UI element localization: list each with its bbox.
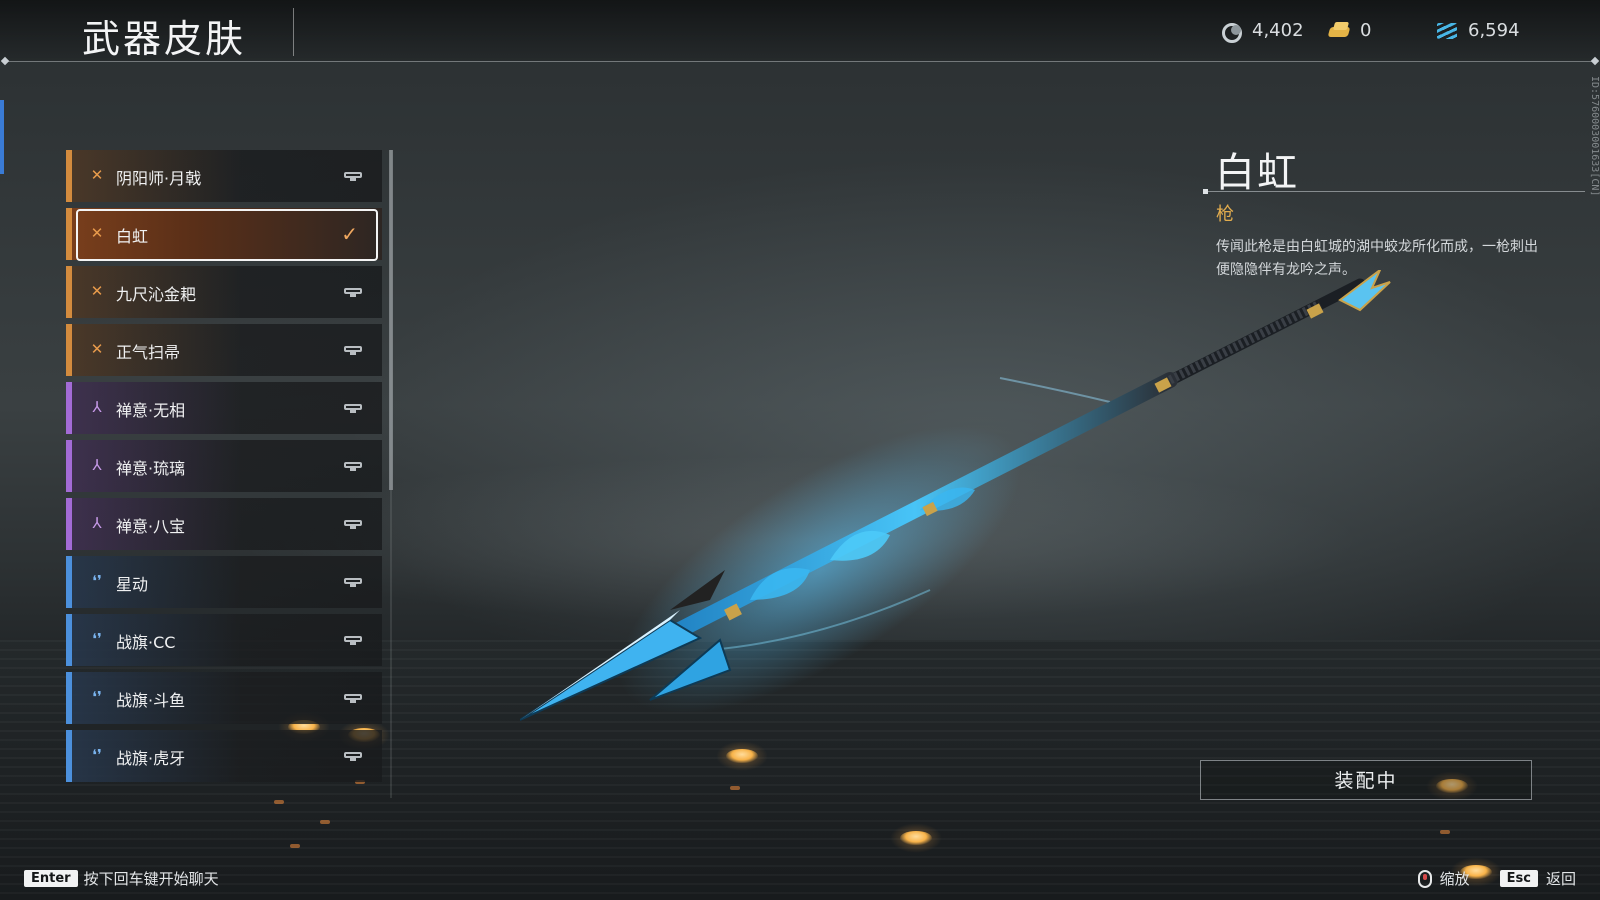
equip-status-button[interactable]: 装配中 bbox=[1200, 760, 1532, 800]
chat-hint[interactable]: Enter 按下回车键开始聊天 bbox=[24, 868, 219, 889]
jade-value: 6,594 bbox=[1468, 20, 1520, 41]
skin-name: 禅意·琉璃 bbox=[116, 459, 186, 478]
skin-name: 战旗·斗鱼 bbox=[116, 691, 186, 710]
coins-value: 4,402 bbox=[1252, 20, 1304, 41]
rarity-purple-icon: ⅄ bbox=[92, 456, 102, 474]
currency-coins: 4,402 bbox=[1220, 20, 1304, 43]
unavailable-icon bbox=[344, 285, 362, 297]
skin-list: ✕ 阴阳师·月戟 ✕ 白虹 ✓ ✕ 九尺沁金耙 ✕ 正气扫帚 ⅄ 禅意·无相 ⅄… bbox=[66, 150, 384, 798]
page-title: 武器皮肤 bbox=[82, 17, 247, 61]
floating-lantern bbox=[716, 741, 768, 771]
gold-ingot-icon bbox=[1328, 21, 1352, 41]
coin-icon bbox=[1220, 21, 1244, 43]
skin-item-zhanqi-huya[interactable]: ❛❜ 战旗·虎牙 bbox=[66, 730, 382, 782]
unavailable-icon bbox=[344, 749, 362, 761]
rarity-orange-icon: ✕ bbox=[90, 166, 104, 184]
weapon-preview[interactable] bbox=[519, 266, 1420, 750]
rarity-orange-icon: ✕ bbox=[90, 224, 104, 242]
rarity-orange-icon: ✕ bbox=[90, 282, 104, 300]
currency-gold: 0 bbox=[1328, 20, 1371, 41]
rarity-bar bbox=[66, 208, 72, 260]
back-button[interactable]: 返回 bbox=[1546, 868, 1576, 889]
weapon-type-label: 枪 bbox=[1216, 204, 1234, 225]
zoom-hint[interactable]: 缩放 bbox=[1440, 868, 1470, 889]
skin-item-jiuchi[interactable]: ✕ 九尺沁金耙 bbox=[66, 266, 382, 318]
skin-item-zhanqi-cc[interactable]: ❛❜ 战旗·CC bbox=[66, 614, 382, 666]
lantern-reflection bbox=[320, 820, 330, 824]
rarity-blue-icon: ❛❜ bbox=[92, 630, 102, 648]
lantern-reflection bbox=[1440, 830, 1450, 834]
rarity-blue-icon: ❛❜ bbox=[92, 746, 102, 764]
footer-controls: 缩放 Esc 返回 bbox=[1417, 868, 1576, 889]
skin-item-chanyi-babao[interactable]: ⅄ 禅意·八宝 bbox=[66, 498, 382, 550]
unavailable-icon bbox=[344, 401, 362, 413]
unavailable-icon bbox=[344, 517, 362, 529]
lantern-reflection bbox=[274, 800, 284, 804]
skin-name: 正气扫帚 bbox=[116, 343, 181, 362]
equipped-check-icon: ✓ bbox=[341, 222, 358, 246]
title-divider bbox=[293, 8, 294, 56]
skin-name: 战旗·CC bbox=[116, 633, 176, 652]
enter-key-badge: Enter bbox=[24, 870, 78, 887]
mouse-scroll-icon bbox=[1417, 869, 1432, 888]
skin-name: 星动 bbox=[116, 575, 149, 594]
skin-name: 九尺沁金耙 bbox=[116, 285, 197, 304]
unavailable-icon bbox=[344, 575, 362, 587]
chat-hint-text: 按下回车键开始聊天 bbox=[83, 870, 219, 888]
skin-name: 白虹 bbox=[116, 227, 149, 246]
spear-illustration bbox=[519, 266, 1391, 721]
skin-item-yinyangshi[interactable]: ✕ 阴阳师·月戟 bbox=[66, 150, 382, 202]
skin-name: 战旗·虎牙 bbox=[116, 749, 186, 768]
esc-key-badge: Esc bbox=[1499, 870, 1538, 887]
unavailable-icon bbox=[344, 459, 362, 471]
left-accent-bar bbox=[0, 100, 4, 174]
skin-item-xingdong[interactable]: ❛❜ 星动 bbox=[66, 556, 382, 608]
skin-item-zhanqi-douyu[interactable]: ❛❜ 战旗·斗鱼 bbox=[66, 672, 382, 724]
rarity-orange-icon: ✕ bbox=[90, 340, 104, 358]
lantern-reflection bbox=[730, 786, 740, 790]
unavailable-icon bbox=[344, 633, 362, 645]
list-scrollbar[interactable] bbox=[389, 150, 393, 490]
skin-description: 传闻此枪是由白虹城的湖中蛟龙所化而成，一枪刺出便隐隐伴有龙吟之声。 bbox=[1216, 239, 1538, 278]
skin-item-chanyi-liuli[interactable]: ⅄ 禅意·琉璃 bbox=[66, 440, 382, 492]
gold-value: 0 bbox=[1360, 20, 1372, 41]
skin-item-zhengqi[interactable]: ✕ 正气扫帚 bbox=[66, 324, 382, 376]
skin-name: 禅意·无相 bbox=[116, 401, 186, 420]
jade-feather-icon bbox=[1436, 21, 1460, 41]
server-id-label: ID:5760003001633[CN] bbox=[1589, 76, 1600, 197]
header-divider bbox=[6, 61, 1594, 62]
floating-lantern bbox=[890, 823, 942, 853]
currency-jade: 6,594 bbox=[1436, 20, 1520, 41]
unavailable-icon bbox=[344, 691, 362, 703]
rarity-purple-icon: ⅄ bbox=[92, 514, 102, 532]
lantern-reflection bbox=[290, 844, 300, 848]
skin-name: 禅意·八宝 bbox=[116, 517, 186, 536]
unavailable-icon bbox=[344, 169, 362, 181]
unavailable-icon bbox=[344, 343, 362, 355]
skin-name: 阴阳师·月戟 bbox=[116, 169, 202, 188]
rarity-purple-icon: ⅄ bbox=[92, 398, 102, 416]
rarity-blue-icon: ❛❜ bbox=[92, 572, 102, 590]
skin-item-baihong[interactable]: ✕ 白虹 ✓ bbox=[66, 208, 382, 261]
skin-detail-name: 白虹 bbox=[1215, 150, 1299, 196]
skin-item-chanyi-wuxiang[interactable]: ⅄ 禅意·无相 bbox=[66, 382, 382, 434]
rarity-blue-icon: ❛❜ bbox=[92, 688, 102, 706]
detail-divider bbox=[1203, 189, 1585, 194]
